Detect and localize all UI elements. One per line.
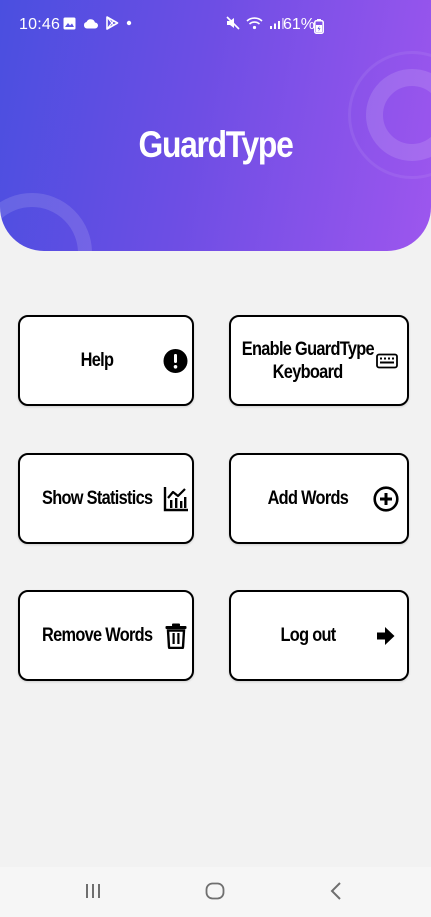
- battery-charging-icon: [314, 19, 324, 34]
- play-store-icon: [106, 16, 119, 30]
- enable-keyboard-label-line1: Enable GuardType: [241, 338, 375, 360]
- help-label: Help: [80, 350, 114, 371]
- show-statistics-button[interactable]: Show Statistics: [18, 453, 194, 544]
- back-icon[interactable]: [327, 879, 347, 903]
- remove-words-label: Remove Words: [41, 625, 153, 646]
- gallery-icon: [63, 17, 76, 29]
- add-words-button[interactable]: Add Words: [229, 453, 409, 544]
- trash-icon: [165, 623, 187, 649]
- mute-icon: [226, 16, 240, 30]
- exclamation-circle-icon: [163, 348, 188, 373]
- wifi-icon: [246, 17, 263, 30]
- logout-label: Log out: [280, 625, 336, 646]
- battery-percent: 61%: [283, 16, 316, 33]
- status-right-icons: [226, 16, 284, 30]
- recents-icon[interactable]: [83, 879, 103, 903]
- signal-icon: [270, 17, 284, 29]
- enable-keyboard-label-line2: Keyboard: [273, 361, 344, 383]
- decorative-ring-bottom-left: [0, 193, 92, 251]
- status-bar: 10:46 61%: [0, 0, 431, 44]
- cloud-icon: [83, 18, 98, 28]
- notification-dot-icon: [126, 20, 132, 26]
- add-words-label: Add Words: [267, 488, 349, 509]
- help-button[interactable]: Help: [18, 315, 194, 406]
- app-title: GuardType: [138, 124, 293, 165]
- remove-words-button[interactable]: Remove Words: [18, 590, 194, 681]
- keyboard-icon: [376, 353, 398, 368]
- home-icon[interactable]: [203, 879, 227, 903]
- status-left-icons: [63, 16, 132, 30]
- show-statistics-label: Show Statistics: [41, 488, 153, 509]
- plus-circle-icon: [373, 485, 399, 512]
- arrow-right-icon: [377, 626, 395, 645]
- system-navigation-bar: [0, 867, 431, 917]
- enable-guardtype-keyboard-button[interactable]: Enable GuardType Keyboard: [229, 315, 409, 406]
- status-time: 10:46: [19, 16, 61, 33]
- logout-button[interactable]: Log out: [229, 590, 409, 681]
- chart-icon: [163, 486, 188, 511]
